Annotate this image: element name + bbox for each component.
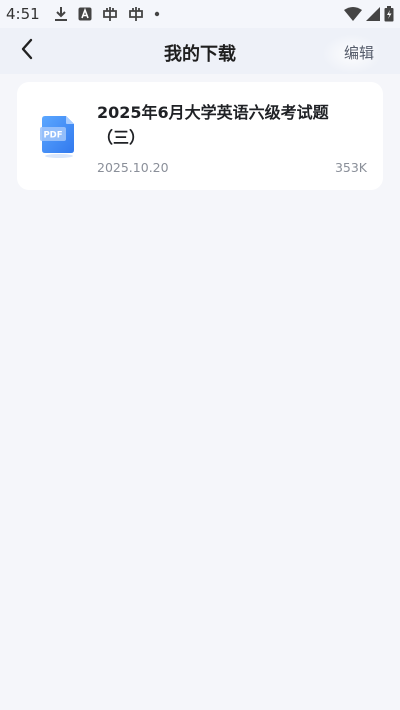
edit-button[interactable]: 编辑: [344, 42, 374, 63]
download-icon: [54, 6, 68, 22]
a-icon: [78, 7, 92, 21]
battery-icon: [384, 6, 394, 22]
pdf-icon-label: PDF: [43, 131, 62, 141]
wifi-icon: [344, 7, 362, 21]
status-time: 4:51: [6, 5, 40, 23]
nav-bar: 我的下载 编辑: [0, 28, 400, 74]
download-item[interactable]: PDF 2025年6月大学英语六级考试题（三） 2025.10.20 353K: [17, 82, 383, 190]
signal-icon: [366, 7, 380, 21]
dot-icon: [154, 11, 160, 17]
file-date: 2025.10.20: [97, 160, 169, 175]
pdf-icon: PDF: [39, 114, 79, 158]
status-icons-right: [344, 0, 394, 28]
screen: 4:51 我的下载 编辑 PDF 2025年6月大学英语六级考试题（三） 202…: [0, 0, 400, 710]
bug-icon: [102, 6, 118, 22]
status-bar: 4:51: [0, 0, 400, 28]
status-icons-left: [54, 6, 160, 22]
file-size: 353K: [334, 160, 367, 175]
downloads-list: PDF 2025年6月大学英语六级考试题（三） 2025.10.20 353K: [0, 74, 400, 710]
file-title: 2025年6月大学英语六级考试题（三）: [97, 103, 329, 147]
bug-icon: [128, 6, 144, 22]
